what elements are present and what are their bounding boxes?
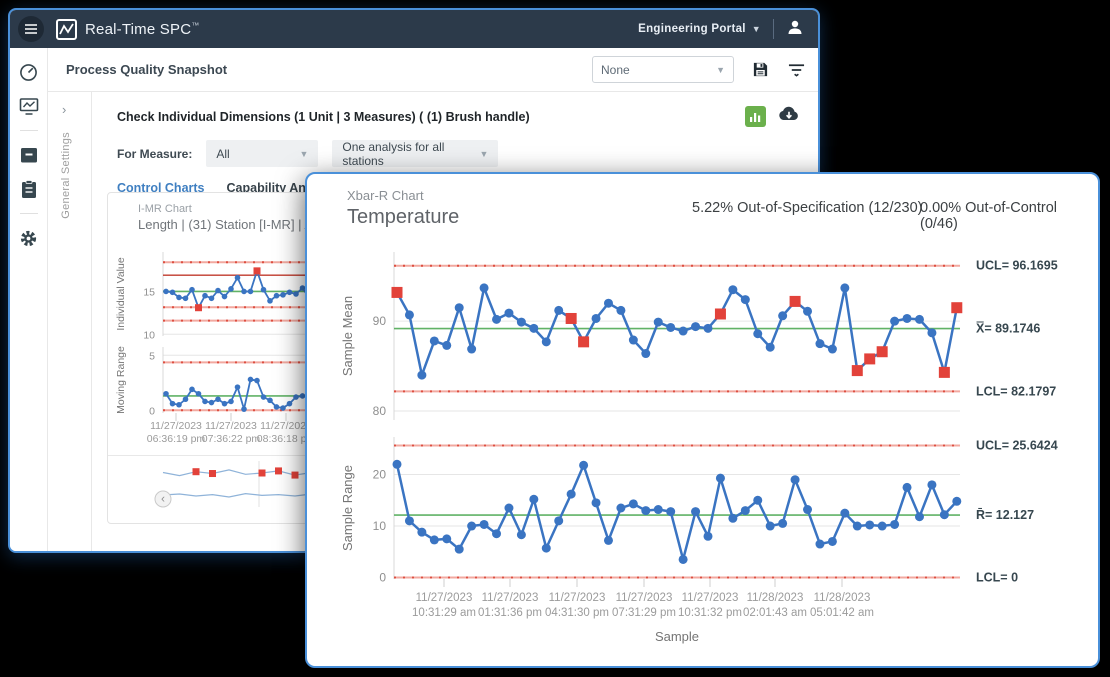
svg-text:20: 20 — [373, 468, 387, 482]
filter-icon — [788, 62, 805, 77]
svg-text:Sample Mean: Sample Mean — [340, 296, 355, 376]
svg-text:11/27/202310:31:32 pm: 11/27/202310:31:32 pm — [678, 592, 742, 619]
xbar-sample-mean-chart[interactable]: 80 90 Sample Mean UCL= 96.1695 X̿= 89.1746 LC… — [332, 242, 1092, 437]
xbar-sample-range-chart[interactable]: 0 10 20 Sample Range UCL= 25.6424 R̄= 12.127 L… — [332, 429, 1092, 659]
chart-export-button[interactable] — [745, 106, 766, 127]
xbar-window: Xbar-R Chart Temperature 5.22% Out-of-Sp… — [305, 172, 1100, 668]
xbar-chart-title: Temperature — [347, 206, 459, 229]
archive-box-icon — [20, 147, 38, 164]
hamburger-icon — [24, 23, 38, 35]
svg-text:Sample Range: Sample Range — [340, 465, 355, 551]
svg-text:R̄= 12.127: R̄= 12.127 — [976, 508, 1034, 522]
preset-dropdown-value: None — [601, 63, 630, 77]
svg-text:15: 15 — [143, 286, 155, 298]
chevron-down-icon: ▼ — [299, 149, 308, 159]
measure-dropdown[interactable]: All ▼ — [206, 140, 318, 167]
svg-text:Sample: Sample — [655, 629, 699, 644]
out-of-control-stat: 0.00% Out-of-Control (0/46) — [920, 200, 1098, 232]
screen: Real-Time SPC™ Engineering Portal ▼ — [0, 0, 1110, 677]
svg-text:UCL= 25.6424: UCL= 25.6424 — [976, 439, 1058, 453]
measure-dropdown-value: All — [216, 147, 229, 161]
svg-text:11/27/202304:31:30 pm: 11/27/202304:31:30 pm — [545, 592, 609, 619]
svg-text:0: 0 — [149, 405, 155, 417]
svg-text:10: 10 — [373, 519, 387, 533]
save-icon — [752, 61, 769, 78]
svg-text:11/27/202306:36:19 pm: 11/27/202306:36:19 pm — [147, 420, 206, 445]
chevron-down-icon: ▼ — [716, 65, 725, 75]
svg-text:11/27/202310:31:29 am: 11/27/202310:31:29 am — [412, 592, 476, 619]
svg-text:X̿= 89.1746: X̿= 89.1746 — [976, 321, 1040, 336]
left-icon-rail — [10, 48, 48, 553]
svg-text:LCL= 82.1797: LCL= 82.1797 — [976, 384, 1056, 398]
filter-button[interactable] — [786, 60, 806, 80]
sidebar-item-monitoring[interactable] — [19, 96, 39, 116]
svg-text:‹: ‹ — [161, 492, 165, 506]
top-navigation-bar: Real-Time SPC™ Engineering Portal ▼ — [10, 10, 818, 48]
dashboard-gauge-icon — [19, 63, 38, 82]
svg-text:UCL= 96.1695: UCL= 96.1695 — [976, 259, 1058, 273]
chevron-down-icon: ▼ — [479, 149, 488, 159]
svg-text:11/28/202305:01:42 am: 11/28/202305:01:42 am — [810, 592, 874, 619]
user-icon — [786, 18, 804, 36]
analysis-scope-dropdown[interactable]: One analysis for all stations ▼ — [332, 140, 498, 167]
cloud-download-icon — [778, 106, 800, 122]
rail-divider — [20, 130, 38, 131]
topbar-divider — [773, 19, 774, 39]
app-logo-icon — [56, 19, 77, 40]
svg-text:11/28/202302:01:43 am: 11/28/202302:01:43 am — [743, 592, 807, 619]
svg-text:0: 0 — [379, 570, 386, 584]
trademark: ™ — [191, 21, 199, 30]
svg-text:11/27/202301:31:36 pm: 11/27/202301:31:36 pm — [478, 592, 542, 619]
download-button[interactable] — [778, 106, 800, 127]
portal-switcher[interactable]: Engineering Portal ▼ — [638, 23, 761, 35]
sidebar-item-reports[interactable] — [19, 179, 39, 199]
app-brand: Real-Time SPC™ — [85, 21, 199, 38]
user-account-button[interactable] — [786, 18, 804, 41]
rail-divider — [20, 213, 38, 214]
imr-chart-type-label: I-MR Chart — [138, 203, 192, 215]
general-settings-rail: › General Settings — [48, 92, 92, 553]
svg-text:Moving Range: Moving Range — [115, 346, 127, 414]
svg-text:5: 5 — [149, 350, 155, 362]
analysis-scope-value: One analysis for all stations — [342, 140, 479, 168]
general-settings-label: General Settings — [60, 132, 72, 219]
save-button[interactable] — [750, 60, 770, 80]
hamburger-menu-button[interactable] — [18, 16, 44, 42]
xbar-chart-type-label: Xbar-R Chart — [347, 188, 424, 203]
analysis-heading: Check Individual Dimensions (1 Unit | 3 … — [117, 110, 530, 124]
for-measure-label: For Measure: — [117, 147, 192, 161]
sidebar-item-archive[interactable] — [19, 145, 39, 165]
collapse-panel-chevron[interactable]: › — [62, 102, 66, 117]
sidebar-item-settings[interactable] — [19, 228, 39, 248]
svg-text:80: 80 — [373, 404, 387, 418]
page-title: Process Quality Snapshot — [66, 62, 227, 77]
sidebar-item-dashboard[interactable] — [19, 62, 39, 82]
svg-text:Individual Value: Individual Value — [115, 257, 127, 331]
monitor-chart-icon — [19, 97, 39, 116]
chevron-down-icon: ▼ — [752, 24, 761, 34]
svg-text:11/27/202307:36:22 pm: 11/27/202307:36:22 pm — [202, 420, 261, 445]
page-header: Process Quality Snapshot None ▼ — [48, 48, 820, 92]
bar-chart-icon — [749, 111, 762, 123]
svg-text:11/27/202307:31:29 pm: 11/27/202307:31:29 pm — [612, 592, 676, 619]
out-of-spec-stat: 5.22% Out-of-Specification (12/230) — [692, 200, 923, 216]
clipboard-icon — [21, 180, 37, 199]
svg-text:90: 90 — [373, 314, 387, 328]
svg-text:10: 10 — [143, 329, 155, 341]
portal-label: Engineering Portal — [638, 23, 746, 35]
preset-dropdown[interactable]: None ▼ — [592, 56, 734, 83]
gear-icon — [19, 229, 38, 248]
svg-text:LCL= 0: LCL= 0 — [976, 570, 1018, 584]
